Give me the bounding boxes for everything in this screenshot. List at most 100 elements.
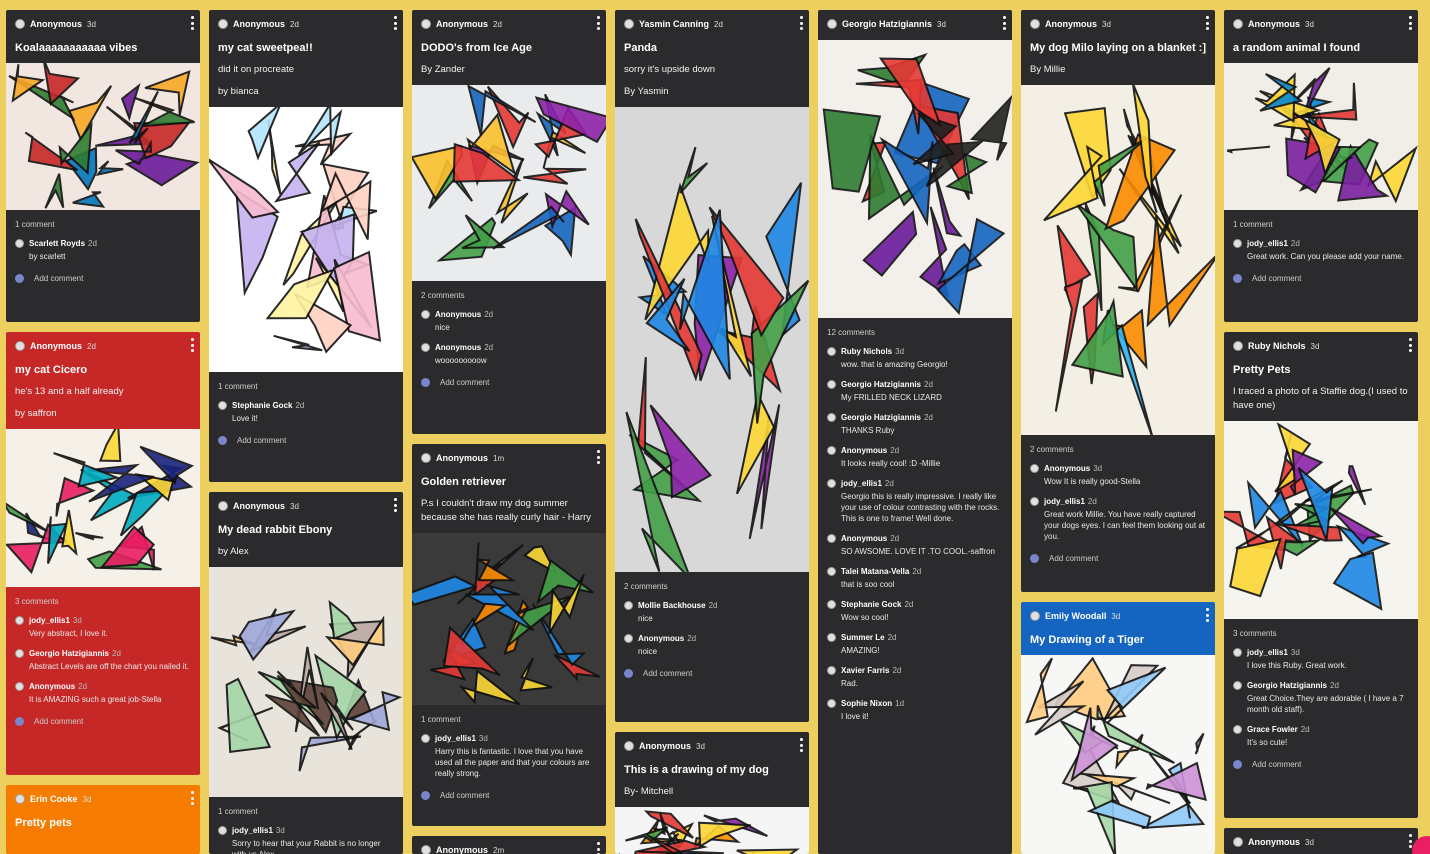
board-column: Anonymous 2d DODO's from Ice Age By Zander 2… [412,10,606,854]
avatar[interactable] [15,19,25,29]
avatar[interactable] [421,453,431,463]
comment-count[interactable]: 1 comment [218,382,394,391]
post-card[interactable]: Anonymous 3d My dog Milo laying on a blank… [1021,10,1215,592]
add-comment-button[interactable]: Add comment [1233,760,1409,769]
comment-text: Rad. [841,679,858,688]
more-options-icon[interactable] [1406,338,1414,352]
more-options-icon[interactable] [594,842,602,854]
comment-text: Abstract Levels are off the chart you na… [29,662,189,671]
avatar[interactable] [15,341,25,351]
add-comment-button[interactable]: Add comment [218,436,394,445]
comment-count[interactable]: 1 comment [218,807,394,816]
avatar[interactable] [15,794,25,804]
post-card[interactable]: Erin Cooke 3d Pretty pets [6,785,200,854]
comment-count[interactable]: 2 comments [421,291,597,300]
avatar[interactable] [1233,19,1243,29]
more-options-icon[interactable] [797,16,805,30]
comment-header: jody_ellis1 2d [1030,497,1206,506]
post-image[interactable] [412,85,606,281]
add-comment-button[interactable]: Add comment [15,274,191,283]
avatar[interactable] [624,741,634,751]
post-card[interactable]: Ruby Nichols 3d Pretty Pets I traced a phot… [1224,332,1418,818]
post-age: 3d [937,19,946,29]
post-image[interactable] [615,107,809,572]
add-comment-button[interactable]: Add comment [1030,554,1206,563]
avatar[interactable] [624,19,634,29]
post-image[interactable] [1021,85,1215,435]
post-card[interactable]: Anonymous 3d Koalaaaaaaaaaaa vibes 1 commen… [6,10,200,322]
post-image[interactable] [6,429,200,587]
post-card[interactable]: Anonymous 3d a random animal I found 1 comm… [1224,10,1418,322]
avatar[interactable] [218,501,228,511]
post-image[interactable] [1224,421,1418,619]
comment-count[interactable]: 12 comments [827,328,1003,337]
comment-author: jody_ellis1 [1247,239,1288,248]
post-card[interactable]: Anonymous 3d My dead rabbit Ebony by Alex 1 … [209,492,403,854]
add-comment-button[interactable]: Add comment [421,378,597,387]
comment-count[interactable]: 3 comments [15,597,191,606]
post-image[interactable] [1021,655,1215,854]
more-options-icon[interactable] [1203,608,1211,622]
post-body-line: by bianca [218,86,259,97]
post-card[interactable]: Anonymous 3d This is a drawing of my dog By… [615,732,809,854]
more-options-icon[interactable] [391,16,399,30]
post-image[interactable] [818,40,1012,318]
post-author-row: Anonymous 3d [624,738,800,754]
avatar[interactable] [827,19,837,29]
avatar [1030,497,1039,506]
more-options-icon[interactable] [797,738,805,752]
add-comment-label: Add comment [1049,554,1099,563]
add-comment-button[interactable]: Add comment [624,669,800,678]
post-card[interactable]: Emily Woodall 3d My Drawing of a Tiger [1021,602,1215,854]
post-card[interactable]: Anonymous 2d DODO's from Ice Age By Zander 2… [412,10,606,434]
avatar[interactable] [1030,19,1040,29]
avatar[interactable] [1030,611,1040,621]
comment-count[interactable]: 3 comments [1233,629,1409,638]
avatar[interactable] [1233,837,1243,847]
comment-count[interactable]: 1 comment [15,220,191,229]
add-comment-button[interactable]: Add comment [421,791,597,800]
comment: Georgio Hatzigiannis 2d Abstract Levels ar… [15,649,191,672]
avatar[interactable] [421,845,431,854]
post-card[interactable]: Yasmin Canning 2d Panda sorry it's upside d… [615,10,809,722]
post-card[interactable]: Anonymous 2m [412,836,606,854]
staffie-artwork [1224,421,1418,619]
post-age: 2d [493,19,502,29]
more-options-icon[interactable] [391,498,399,512]
post-author: Anonymous [436,453,489,463]
post-card[interactable]: Georgio Hatzigiannis 3d 12 comments Ruby Ni… [818,10,1012,854]
more-options-icon[interactable] [188,791,196,805]
avatar[interactable] [218,19,228,29]
post-title: This is a drawing of my dog [624,764,769,776]
post-image[interactable] [209,107,403,372]
more-options-icon[interactable] [594,450,602,464]
add-comment-button[interactable]: Add comment [1233,274,1409,283]
post-image[interactable] [6,63,200,210]
more-options-icon[interactable] [1406,16,1414,30]
post-card[interactable]: Anonymous 2d my cat sweetpea!! did it on pr… [209,10,403,482]
comment-header: Grace Fowler 2d [1233,725,1409,734]
more-options-icon[interactable] [188,16,196,30]
avatar[interactable] [1233,341,1243,351]
more-options-icon[interactable] [594,16,602,30]
post-card[interactable]: Anonymous 3d [1224,828,1418,854]
comment-header: jody_ellis1 3d [1233,648,1409,657]
more-options-icon[interactable] [188,338,196,352]
comment-count[interactable]: 2 comments [624,582,800,591]
add-comment-button[interactable]: Add comment [15,717,191,726]
avatar [1233,648,1242,657]
comment-count[interactable]: 1 comment [1233,220,1409,229]
avatar[interactable] [421,19,431,29]
post-image[interactable] [412,533,606,705]
comment-count[interactable]: 2 comments [1030,445,1206,454]
post-image[interactable] [209,567,403,797]
post-image[interactable] [1224,63,1418,210]
post-image[interactable] [615,807,809,854]
post-card[interactable]: Anonymous 2d my cat Cicero he's 13 and a ha… [6,332,200,775]
post-card[interactable]: Anonymous 1m Golden retriever P.s I couldn'… [412,444,606,826]
post-body-line: I traced a photo of a Staffie dog.(I use… [1233,386,1408,411]
comment-count[interactable]: 1 comment [421,715,597,724]
more-options-icon[interactable] [1203,16,1211,30]
more-options-icon[interactable] [1000,16,1008,30]
avatar [827,699,836,708]
